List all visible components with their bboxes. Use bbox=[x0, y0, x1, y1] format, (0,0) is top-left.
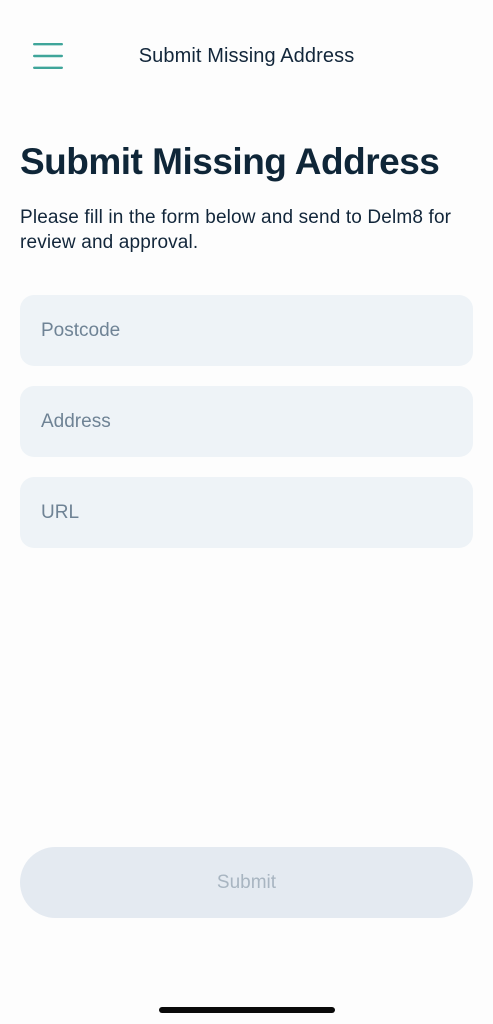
menu-button[interactable] bbox=[20, 30, 76, 82]
navigation-bar: Submit Missing Address bbox=[0, 0, 493, 110]
home-indicator bbox=[159, 1007, 335, 1013]
nav-title: Submit Missing Address bbox=[138, 45, 355, 67]
url-input[interactable] bbox=[20, 477, 473, 548]
form-description: Please fill in the form below and send t… bbox=[20, 207, 452, 253]
postcode-input[interactable] bbox=[20, 295, 473, 366]
page-title: Submit Missing Address bbox=[20, 141, 440, 182]
hamburger-menu-icon bbox=[33, 43, 63, 69]
address-input[interactable] bbox=[20, 386, 473, 457]
submit-button[interactable]: Submit bbox=[20, 847, 473, 918]
